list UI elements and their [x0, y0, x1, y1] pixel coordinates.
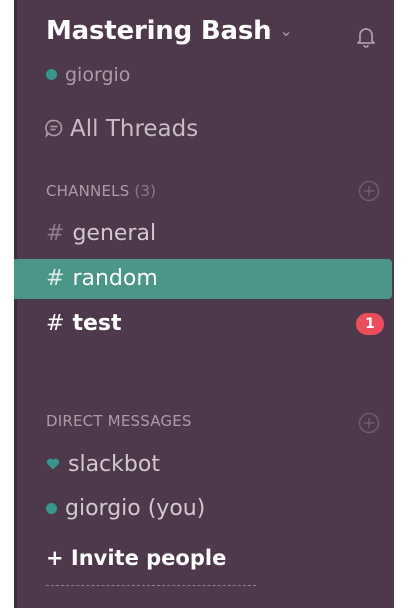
channels-header-label: CHANNELS — [46, 182, 130, 200]
team-name-button[interactable]: Mastering Bash ⌄ — [46, 16, 346, 46]
add-direct-message-icon[interactable] — [358, 412, 380, 434]
channel-name: random — [72, 266, 158, 291]
all-threads-link[interactable]: All Threads — [44, 116, 198, 142]
unread-badge: 1 — [356, 313, 384, 335]
channels-header[interactable]: CHANNELS (3) — [46, 182, 156, 200]
channel-random[interactable]: # random — [14, 259, 392, 299]
channel-name: test — [72, 311, 122, 336]
invite-underline — [46, 585, 256, 586]
dm-name: slackbot — [68, 452, 160, 477]
window-frame: Mastering Bash ⌄ giorgio All Threads CHAN… — [0, 0, 405, 608]
hash-icon: # — [46, 311, 65, 336]
heart-icon — [46, 458, 60, 470]
bell-icon[interactable] — [354, 24, 378, 48]
presence-dot — [46, 503, 57, 514]
channel-name: general — [72, 221, 157, 246]
threads-icon — [45, 119, 63, 138]
hash-icon: # — [46, 221, 65, 246]
channel-general[interactable]: # general — [14, 214, 394, 254]
direct-messages-header-label: DIRECT MESSAGES — [46, 412, 192, 430]
dm-giorgio-you[interactable]: giorgio (you) — [46, 496, 205, 521]
current-user[interactable]: giorgio — [46, 64, 130, 86]
sidebar: Mastering Bash ⌄ giorgio All Threads CHAN… — [14, 0, 394, 608]
team-name: Mastering Bash — [46, 16, 272, 46]
dm-name: giorgio (you) — [65, 496, 206, 521]
chevron-down-icon: ⌄ — [279, 21, 293, 40]
presence-dot — [46, 69, 57, 80]
all-threads-label: All Threads — [70, 116, 199, 142]
channels-count: (3) — [134, 182, 157, 200]
invite-people-link[interactable]: + Invite people — [46, 546, 226, 570]
add-channel-icon[interactable] — [358, 180, 380, 202]
hash-icon: # — [46, 266, 65, 291]
dm-slackbot[interactable]: slackbot — [46, 452, 160, 477]
user-name: giorgio — [65, 64, 131, 86]
direct-messages-header[interactable]: DIRECT MESSAGES — [46, 412, 192, 430]
channel-test[interactable]: # test 1 — [14, 304, 394, 344]
